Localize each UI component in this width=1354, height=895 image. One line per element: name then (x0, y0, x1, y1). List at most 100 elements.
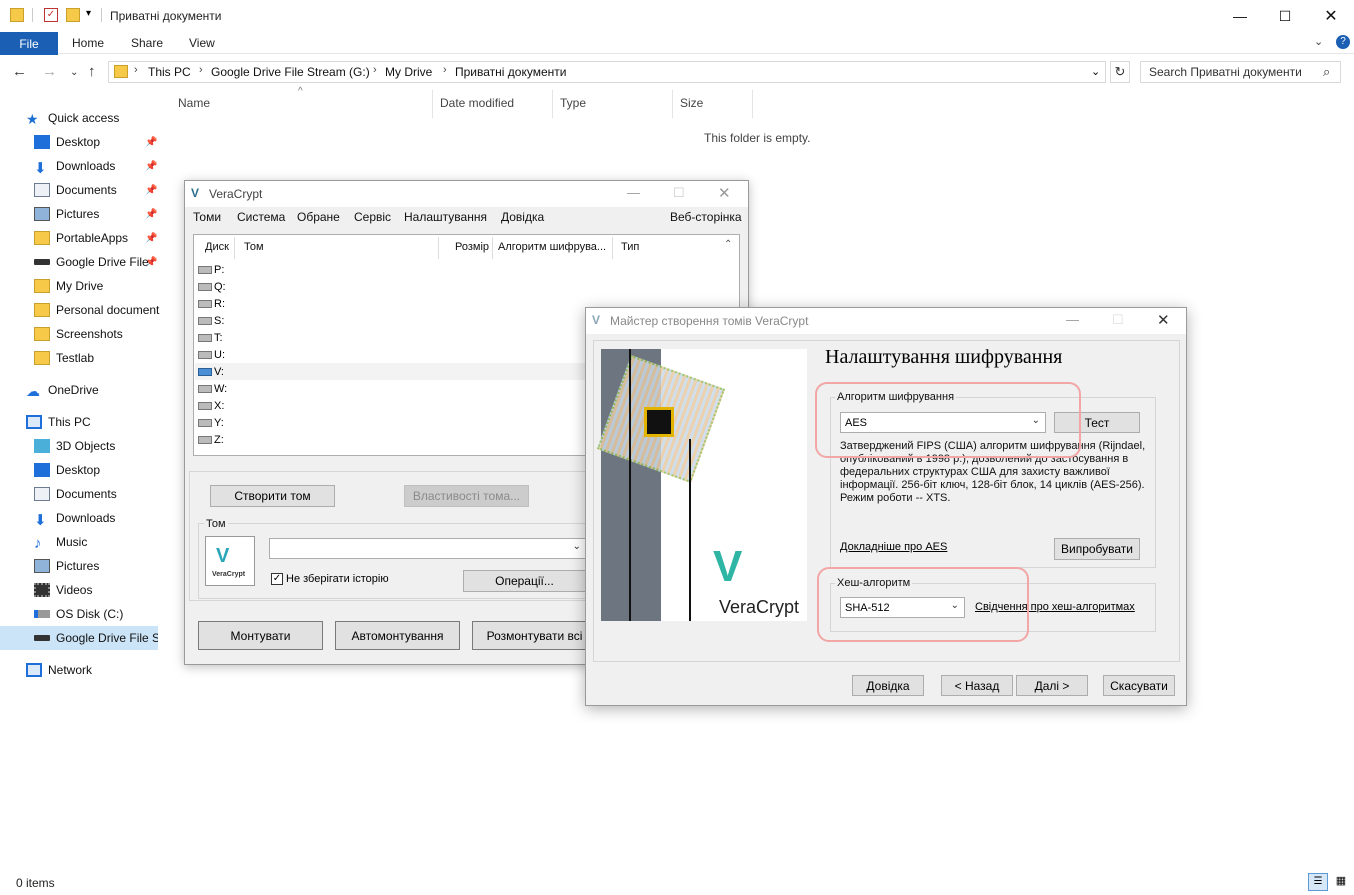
address-bar[interactable]: › This PC › Google Drive File Stream (G:… (108, 61, 1106, 83)
nav-item-my-drive[interactable]: My Drive (34, 274, 192, 298)
tab-share[interactable]: Share (131, 36, 163, 50)
automount-button[interactable]: Автомонтування (335, 621, 460, 650)
nav-this-pc[interactable]: This PC (26, 410, 184, 434)
chevron-down-icon[interactable]: ⌄ (573, 541, 581, 552)
nav-item-personal-documents[interactable]: Personal document (34, 298, 192, 322)
operations-button[interactable]: Операції... (463, 570, 586, 592)
back-button[interactable]: < Назад (941, 675, 1013, 696)
more-about-aes-link[interactable]: Докладніше про AES (840, 541, 947, 553)
menu-settings[interactable]: Налаштування (404, 210, 487, 224)
nav-item-portableapps[interactable]: PortableApps 📌 (34, 226, 192, 250)
menu-tools[interactable]: Сервіс (354, 210, 391, 224)
nav-item-downloads-pc[interactable]: ⬇ Downloads (34, 506, 192, 530)
dismount-all-button[interactable]: Розмонтувати всі (472, 621, 597, 650)
column-type[interactable]: Тип (621, 241, 639, 253)
pin-icon[interactable]: 📌 (145, 137, 157, 148)
volume-properties-button[interactable]: Властивості тома... (404, 485, 529, 507)
details-view-icon[interactable]: ☰ (1308, 873, 1328, 891)
pin-icon[interactable]: 📌 (145, 209, 157, 220)
nav-item-documents-pc[interactable]: Documents (34, 482, 192, 506)
drive-row[interactable]: Z: (198, 431, 238, 448)
tab-view[interactable]: View (189, 36, 215, 50)
properties-icon[interactable]: ✓ (44, 8, 58, 22)
close-button[interactable]: ✕ (718, 184, 731, 202)
drive-row[interactable]: U: (198, 346, 238, 363)
drive-row[interactable]: V: (198, 363, 238, 380)
create-volume-button[interactable]: Створити том (210, 485, 335, 507)
nav-item-pictures-pc[interactable]: Pictures (34, 554, 192, 578)
pin-icon[interactable]: 📌 (145, 233, 157, 244)
menu-help[interactable]: Довідка (501, 210, 544, 224)
menu-homepage[interactable]: Веб-сторінка (670, 210, 742, 224)
nav-item-google-drive-selected[interactable]: Google Drive File St (0, 626, 158, 650)
nav-item-3d-objects[interactable]: 3D Objects (34, 434, 192, 458)
nav-item-documents[interactable]: Documents 📌 (34, 178, 192, 202)
recent-locations-icon[interactable]: ⌄ (70, 67, 78, 78)
drive-row[interactable]: X: (198, 397, 238, 414)
column-volume[interactable]: Том (244, 241, 264, 253)
nav-network[interactable]: Network (26, 658, 184, 682)
drive-row[interactable]: W: (198, 380, 238, 397)
nav-quick-access[interactable]: ★ Quick access (26, 106, 184, 130)
drive-row[interactable]: T: (198, 329, 238, 346)
drive-row[interactable]: S: (198, 312, 238, 329)
tab-file[interactable]: File (0, 32, 58, 55)
close-button[interactable]: ✕ (1157, 311, 1170, 329)
customize-qat-icon[interactable]: ▾ (86, 8, 91, 19)
drive-row[interactable]: Q: (198, 278, 238, 295)
chevron-down-icon[interactable]: ⌄ (1091, 65, 1100, 78)
nav-item-screenshots[interactable]: Screenshots (34, 322, 192, 346)
new-folder-icon[interactable] (66, 8, 80, 22)
help-icon[interactable]: ? (1336, 35, 1350, 49)
minimize-button[interactable]: — (627, 185, 640, 200)
chevron-right-icon[interactable]: › (443, 64, 447, 76)
maximize-button[interactable]: ☐ (1262, 0, 1308, 32)
minimize-button[interactable]: — (1066, 312, 1079, 327)
drive-row[interactable]: R: (198, 295, 238, 312)
drive-row[interactable]: Y: (198, 414, 238, 431)
large-icons-view-icon[interactable]: ▦ (1332, 873, 1350, 891)
scroll-up-icon[interactable]: ⌃ (724, 239, 732, 250)
menu-volumes[interactable]: Томи (193, 210, 221, 224)
divider[interactable] (432, 90, 433, 118)
breadcrumb-google-drive[interactable]: Google Drive File Stream (G:) (211, 65, 370, 79)
no-history-checkbox[interactable]: ✓ (271, 573, 283, 585)
breadcrumb-my-drive[interactable]: My Drive (385, 65, 432, 79)
nav-item-google-drive[interactable]: Google Drive File 📌 (34, 250, 192, 274)
cancel-button[interactable]: Скасувати (1103, 675, 1175, 696)
nav-item-desktop[interactable]: Desktop 📌 (34, 130, 192, 154)
back-arrow-icon[interactable]: ← (12, 63, 27, 80)
column-algorithm[interactable]: Алгоритм шифрува... (498, 241, 606, 253)
pin-icon[interactable]: 📌 (145, 161, 157, 172)
column-type[interactable]: Type (560, 96, 586, 110)
search-input[interactable]: Search Приватні документи ⌕ (1140, 61, 1341, 83)
divider[interactable] (552, 90, 553, 118)
help-button[interactable]: Довідка (852, 675, 924, 696)
mount-button[interactable]: Монтувати (198, 621, 323, 650)
column-size[interactable]: Size (680, 96, 703, 110)
column-drive[interactable]: Диск (205, 241, 229, 253)
nav-item-music[interactable]: ♪ Music (34, 530, 192, 554)
nav-item-desktop-pc[interactable]: Desktop (34, 458, 192, 482)
search-icon[interactable]: ⌕ (1323, 64, 1330, 80)
nav-item-videos[interactable]: Videos (34, 578, 192, 602)
chevron-right-icon[interactable]: › (199, 64, 203, 76)
menu-favorites[interactable]: Обране (297, 210, 340, 224)
forward-arrow-icon[interactable]: → (42, 63, 57, 80)
divider[interactable] (672, 90, 673, 118)
column-size[interactable]: Розмір (455, 241, 489, 253)
refresh-icon[interactable]: ↻ (1110, 61, 1130, 83)
chevron-down-icon[interactable]: ⌄ (1314, 35, 1323, 48)
column-date-modified[interactable]: Date modified (440, 96, 514, 110)
chevron-right-icon[interactable]: › (373, 64, 377, 76)
up-arrow-icon[interactable]: ↑ (88, 63, 96, 80)
nav-item-downloads[interactable]: ⬇ Downloads 📌 (34, 154, 192, 178)
nav-item-os-disk[interactable]: OS Disk (C:) (34, 602, 192, 626)
drive-row[interactable]: P: (198, 261, 238, 278)
maximize-button[interactable]: ☐ (1112, 312, 1124, 328)
menu-system[interactable]: Система (237, 210, 285, 224)
tab-home[interactable]: Home (72, 36, 104, 50)
chevron-right-icon[interactable]: › (134, 64, 138, 76)
breadcrumb-this-pc[interactable]: This PC (148, 65, 191, 79)
breadcrumb-current[interactable]: Приватні документи (455, 65, 566, 79)
